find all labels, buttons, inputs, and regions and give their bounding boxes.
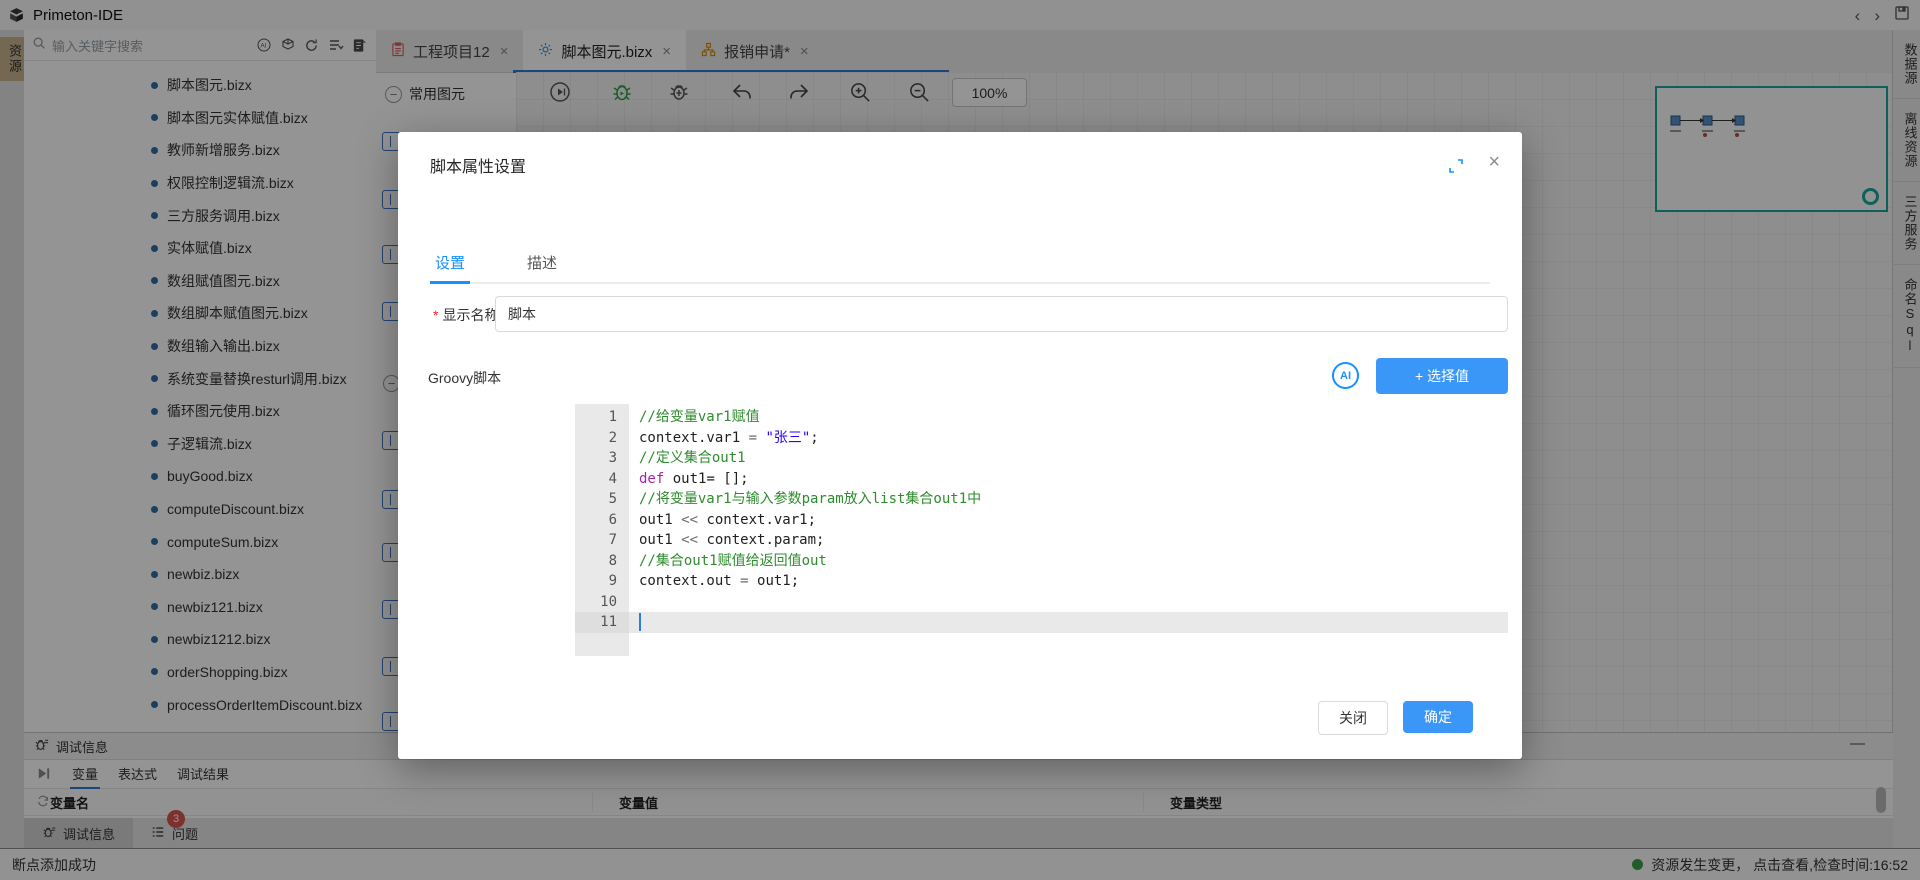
code-text: def out1= []; (629, 469, 749, 490)
code-text: out1 << context.var1; (629, 510, 816, 531)
code-line[interactable]: 2context.var1 = "张三"; (575, 428, 1508, 449)
code-token: context.out (639, 573, 740, 589)
required-mark: * (433, 307, 438, 323)
fullscreen-icon[interactable] (1448, 158, 1464, 174)
dialog-title: 脚本属性设置 (430, 153, 526, 177)
code-token: out1 (639, 512, 681, 528)
line-number: 7 (575, 530, 629, 551)
line-number: 9 (575, 571, 629, 592)
code-text: //给变量var1赋值 (629, 407, 760, 428)
line-number: 8 (575, 551, 629, 572)
code-line[interactable]: 9context.out = out1; (575, 571, 1508, 592)
primeton-ide-app: Primeton-IDE ‹ › 资源 输入关键字搜索 AI (0, 0, 1920, 880)
code-line[interactable]: 6out1 << context.var1; (575, 510, 1508, 531)
text-cursor (639, 613, 641, 631)
code-token: = (740, 573, 757, 589)
display-name-label: *显示名称 (433, 305, 498, 325)
line-number: 5 (575, 489, 629, 510)
code-token: = (749, 430, 766, 446)
groovy-code-editor[interactable]: 1//给变量var1赋值2context.var1 = "张三";3//定义集合… (575, 404, 1508, 656)
code-token: "张三" (765, 430, 810, 446)
code-text: out1 << context.param; (629, 530, 824, 551)
line-number: 11 (575, 612, 629, 633)
code-line[interactable]: 1 //给变量var1赋值 (575, 407, 1508, 428)
ai-assist-icon[interactable]: AI (1332, 362, 1359, 389)
code-text (629, 612, 639, 633)
code-text (629, 592, 639, 613)
dialog-tab-2[interactable]: 描述 (522, 244, 562, 284)
script-properties-dialog: 脚本属性设置 × 设置 描述 *显示名称 脚本 Groovy脚本 AI + 选择值… (398, 132, 1522, 759)
close-icon[interactable]: × (1488, 152, 1500, 172)
code-token: //给变量var1赋值 (639, 409, 760, 425)
code-token: context.param; (706, 532, 824, 548)
code-token: << (681, 532, 706, 548)
groovy-script-label: Groovy脚本 (428, 368, 501, 388)
code-token: context.var1 (639, 430, 749, 446)
code-line[interactable]: 11 (575, 612, 1508, 633)
line-number: 6 (575, 510, 629, 531)
code-token: context.var1; (706, 512, 816, 528)
select-value-button[interactable]: + 选择值 (1376, 358, 1508, 394)
code-line[interactable]: 3 //定义集合out1 (575, 448, 1508, 469)
line-number: 4 (575, 469, 629, 490)
code-text: //定义集合out1 (629, 448, 746, 469)
code-token: //定义集合out1 (639, 450, 746, 466)
code-line[interactable]: 10 (575, 592, 1508, 613)
code-token: out1; (757, 573, 799, 589)
line-number: 10 (575, 592, 629, 613)
display-name-input[interactable]: 脚本 (495, 296, 1508, 332)
line-number: 2 (575, 428, 629, 449)
code-token: ; (810, 430, 818, 446)
code-token: //将变量var1与输入参数param放入list集合out1中 (639, 491, 981, 507)
code-token: def (639, 471, 664, 487)
close-button[interactable]: 关闭 (1318, 701, 1388, 735)
dialog-tab-1[interactable]: 设置 (430, 244, 470, 284)
code-line[interactable]: 5 //将变量var1与输入参数param放入list集合out1中 (575, 489, 1508, 510)
line-number: 1 (575, 407, 629, 428)
line-number: 3 (575, 448, 629, 469)
code-text: context.var1 = "张三"; (629, 428, 819, 449)
code-token: << (681, 512, 706, 528)
code-line[interactable]: 4def out1= []; (575, 469, 1508, 490)
code-text: context.out = out1; (629, 571, 799, 592)
code-line[interactable]: 8 //集合out1赋值给返回值out (575, 551, 1508, 572)
code-text: //将变量var1与输入参数param放入list集合out1中 (629, 489, 981, 510)
code-token: out1= []; (664, 471, 748, 487)
code-token: out1 (639, 532, 681, 548)
dialog-tabs: 设置 描述 (430, 244, 1490, 284)
code-line[interactable]: 7out1 << context.param; (575, 530, 1508, 551)
ok-button[interactable]: 确定 (1403, 701, 1473, 733)
code-token: //集合out1赋值给返回值out (639, 553, 827, 569)
code-text: //集合out1赋值给返回值out (629, 551, 827, 572)
